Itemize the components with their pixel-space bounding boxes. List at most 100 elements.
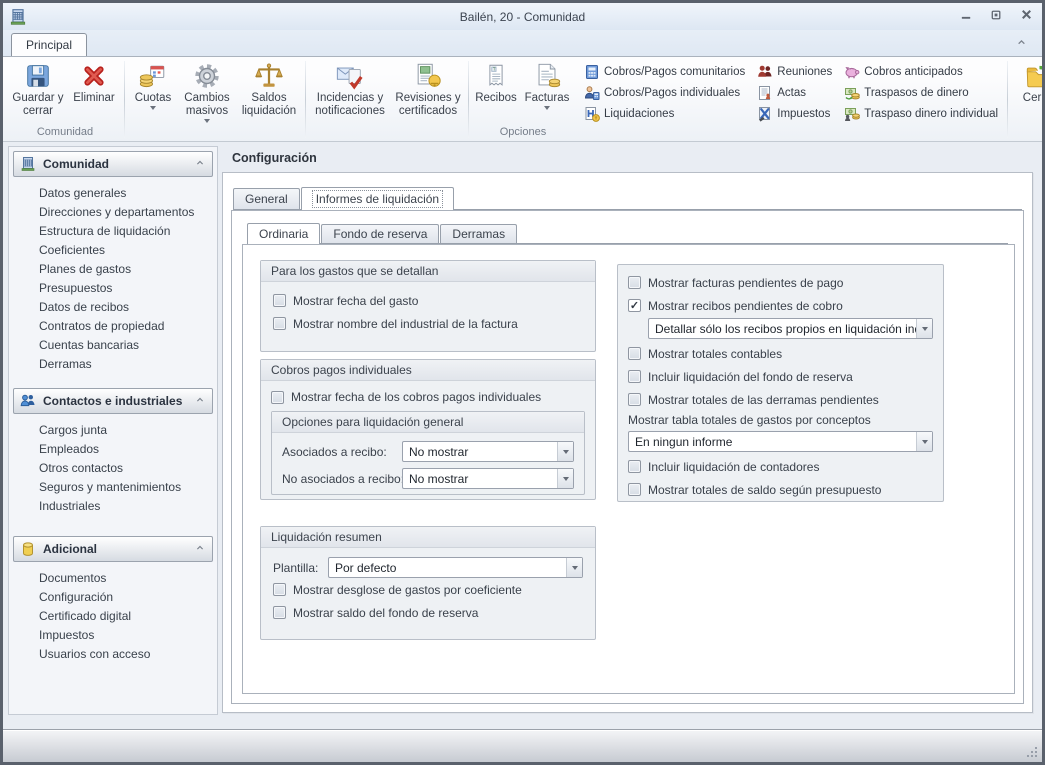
checkbox-label: Mostrar totales contables: [648, 347, 782, 361]
sidebar-item-contratos-de-propiedad[interactable]: Contratos de propiedad: [9, 317, 217, 336]
sidebar-item-cuentas-bancarias[interactable]: Cuentas bancarias: [9, 336, 217, 355]
dropdown-arrow-button[interactable]: [916, 319, 932, 338]
sidebar-group-adicional[interactable]: Adicional: [13, 536, 213, 562]
checkbox-recibos-pendientes[interactable]: [628, 299, 641, 312]
sidebar-item-certificado-digital[interactable]: Certificado digital: [9, 607, 217, 626]
checkbox-row: Mostrar facturas pendientes de pago: [628, 271, 933, 294]
detallar-recibos-dropdown[interactable]: Detallar sólo los recibos propios en liq…: [648, 318, 933, 339]
dropdown-arrow-button[interactable]: [916, 432, 932, 451]
plantilla-dropdown[interactable]: Por defecto: [328, 557, 583, 578]
asociados-a-recibo-dropdown[interactable]: No mostrar: [402, 441, 574, 462]
calculator-icon: [584, 64, 600, 80]
checkbox-label: Mostrar fecha del gasto: [293, 294, 418, 308]
checkbox-liquidacion-contadores[interactable]: [628, 460, 641, 473]
ribbon-button-recibos[interactable]: T Recibos: [472, 59, 520, 125]
tab-strip: General Informes de liquidación: [233, 188, 1022, 210]
ribbon-tab-principal[interactable]: Principal: [11, 33, 87, 56]
checkbox-mostrar-fecha-cobros[interactable]: [271, 391, 284, 404]
sidebar-item-datos-de-recibos[interactable]: Datos de recibos: [9, 298, 217, 317]
tabla-totales-dropdown[interactable]: En ningun informe: [628, 431, 933, 452]
sidebar-group-title: Contactos e industriales: [43, 394, 194, 408]
sidebar-item-otros-contactos[interactable]: Otros contactos: [9, 459, 217, 478]
tab-general[interactable]: General: [233, 188, 300, 209]
sidebar-item-industriales[interactable]: Industriales: [9, 497, 217, 516]
ribbon-item-liquidaciones[interactable]: Liquidaciones: [581, 103, 748, 124]
sidebar-item-cargos-junta[interactable]: Cargos junta: [9, 421, 217, 440]
chevron-up-icon[interactable]: [194, 157, 206, 172]
sidebar-item-empleados[interactable]: Empleados: [9, 440, 217, 459]
ribbon-item-traspasos-de-dinero[interactable]: Traspasos de dinero: [841, 82, 1001, 103]
sidebar-item-planes-de-gastos[interactable]: Planes de gastos: [9, 260, 217, 279]
sidebar-item-estructura-de-liquidacion[interactable]: Estructura de liquidación: [9, 222, 217, 241]
sidebar-item-derramas[interactable]: Derramas: [9, 355, 217, 374]
sidebar-item-coeficientes[interactable]: Coeficientes: [9, 241, 217, 260]
ribbon-button-eliminar[interactable]: Eliminar: [67, 59, 121, 125]
ribbon-item-cobros-pagos-individuales[interactable]: Cobros/Pagos individuales: [581, 82, 748, 103]
ribbon-group-items: Cobros/Pagos comunitarios Cobros/Pagos i…: [576, 58, 1006, 141]
ribbon-button-cuotas[interactable]: Cuotas: [128, 59, 178, 125]
ribbon-button-label: Cuotas: [135, 92, 171, 105]
minimize-button[interactable]: [956, 7, 976, 25]
dropdown-arrow-button[interactable]: [557, 442, 573, 461]
ribbon: Guardar y cerrar Eliminar Comunidad Cuot…: [3, 56, 1042, 142]
ribbon-item-impuestos[interactable]: Impuestos: [754, 103, 835, 124]
checkbox-derramas-pendientes[interactable]: [628, 393, 641, 406]
chevron-up-icon[interactable]: [194, 542, 206, 557]
ribbon-button-cerrar[interactable]: Cerrar: [1011, 59, 1042, 125]
resize-grip[interactable]: [1026, 746, 1039, 759]
sidebar-item-presupuestos[interactable]: Presupuestos: [9, 279, 217, 298]
ribbon-item-cobros-pagos-comunitarios[interactable]: Cobros/Pagos comunitarios: [581, 61, 748, 82]
sidebar-item-usuarios-con-acceso[interactable]: Usuarios con acceso: [9, 645, 217, 664]
no-asociados-a-recibo-dropdown[interactable]: No mostrar: [402, 468, 574, 489]
ribbon-item-cobros-anticipados[interactable]: Cobros anticipados: [841, 61, 1001, 82]
ribbon-collapse-button[interactable]: [1012, 36, 1030, 52]
close-button[interactable]: [1016, 7, 1036, 25]
restore-button[interactable]: [986, 7, 1006, 25]
tab-informes-de-liquidacion[interactable]: Informes de liquidación: [301, 187, 454, 210]
subtab-fondo-de-reserva[interactable]: Fondo de reserva: [321, 224, 439, 243]
ribbon-group-label: [126, 126, 304, 141]
checkbox-saldo-segun-presupuesto[interactable]: [628, 483, 641, 496]
checkbox-incluir-fondo-reserva[interactable]: [628, 370, 641, 383]
ribbon-button-revisiones-y-certificados[interactable]: Revisiones y certificados: [391, 59, 465, 125]
sidebar-item-direcciones-y-departamentos[interactable]: Direcciones y departamentos: [9, 203, 217, 222]
chevron-down-icon: [563, 477, 569, 481]
chevron-up-icon[interactable]: [194, 394, 206, 409]
checkbox-mostrar-nombre-industrial[interactable]: [273, 317, 286, 330]
sidebar-item-seguros-y-mantenimientos[interactable]: Seguros y mantenimientos: [9, 478, 217, 497]
sidebar-group-comunidad[interactable]: Comunidad: [13, 151, 213, 177]
sidebar-item-impuestos[interactable]: Impuestos: [9, 626, 217, 645]
sidebar-item-documentos[interactable]: Documentos: [9, 569, 217, 588]
subtab-ordinaria[interactable]: Ordinaria: [247, 223, 320, 244]
sidebar-group-contactos-e-industriales[interactable]: Contactos e industriales: [13, 388, 213, 414]
field-label: Mostrar tabla totales de gastos por conc…: [628, 411, 933, 430]
groupbox-cobros-pagos-individuales: Cobros pagos individuales Mostrar fecha …: [260, 359, 596, 500]
checkbox-mostrar-desglose[interactable]: [273, 583, 286, 596]
checkbox-label: Mostrar fecha de los cobros pagos indivi…: [291, 390, 541, 404]
ribbon-button-saldos-liquidacion[interactable]: Saldos liquidación: [236, 59, 302, 125]
subtab-page-ordinaria: Para los gastos que se detallan Mostrar …: [242, 244, 1015, 694]
ribbon-button-guardar-y-cerrar[interactable]: Guardar y cerrar: [9, 59, 67, 125]
ribbon-button-incidencias-y-notificaciones[interactable]: Incidencias y notificaciones: [309, 59, 391, 125]
dropdown-arrow-button[interactable]: [557, 469, 573, 488]
ribbon-item-actas[interactable]: Actas: [754, 82, 835, 103]
ribbon-item-reuniones[interactable]: Reuniones: [754, 61, 835, 82]
ribbon-item-traspaso-dinero-individual[interactable]: Traspaso dinero individual: [841, 103, 1001, 124]
ribbon-button-facturas[interactable]: Facturas: [520, 59, 574, 125]
sidebar-item-datos-generales[interactable]: Datos generales: [9, 184, 217, 203]
ribbon-item-label: Liquidaciones: [604, 108, 674, 120]
checkbox-mostrar-saldo-fondo[interactable]: [273, 606, 286, 619]
checkbox-row: Mostrar nombre del industrial de la fact…: [273, 312, 583, 335]
field-label: Plantilla:: [273, 561, 328, 575]
subtab-derramas[interactable]: Derramas: [440, 224, 517, 243]
ribbon-button-cambios-masivos[interactable]: Cambios masivos: [178, 59, 236, 125]
checkbox-facturas-pendientes[interactable]: [628, 276, 641, 289]
ribbon-group-label: Comunidad: [7, 126, 123, 141]
sidebar-item-configuracion[interactable]: Configuración: [9, 588, 217, 607]
gear-icon: [192, 61, 222, 91]
content-area: Comunidad Datos generales Direcciones y …: [3, 143, 1042, 729]
ribbon-group-label: [576, 127, 1006, 141]
dropdown-arrow-button[interactable]: [566, 558, 582, 577]
checkbox-totales-contables[interactable]: [628, 347, 641, 360]
checkbox-mostrar-fecha-del-gasto[interactable]: [273, 294, 286, 307]
